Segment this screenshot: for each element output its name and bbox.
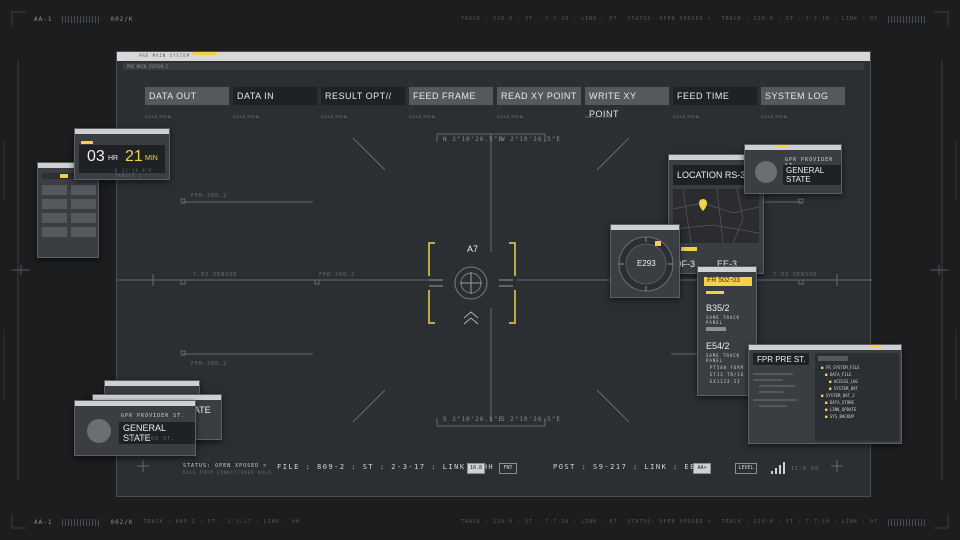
tree-item[interactable]: ■ SYS_BACKUP [815, 413, 899, 420]
file-info: FILE : 809-2 : ST : 2-3-17 : LINK : HH [277, 463, 495, 471]
signal-icon [771, 462, 785, 474]
grid-button[interactable] [71, 185, 96, 195]
panel-accent [60, 174, 68, 178]
tree-item[interactable]: ■ DATA_FILE [815, 371, 899, 378]
sensor-left: 7.03 SENSOR [193, 272, 238, 278]
file-browser-panel: FPR PRE ST. ■ FR_SYSTEM_FILE ■ DATA_FILE… [748, 344, 902, 444]
avatar [87, 419, 111, 443]
panel-titlebar [611, 225, 679, 230]
code-lines [753, 373, 797, 407]
grid-button[interactable] [42, 185, 67, 195]
grid-button[interactable] [42, 227, 67, 237]
tree-item[interactable]: ■ LINK_UPDATE [815, 406, 899, 413]
map-view[interactable] [673, 189, 759, 243]
timer-hr-unit: HR [108, 155, 119, 162]
folder-name: DATA_STORE [829, 400, 854, 405]
button-aa[interactable]: AA+ [693, 463, 711, 474]
general-state-title: GENERAL STATE [783, 165, 841, 185]
panel-titlebar [749, 345, 901, 350]
coord-top-left: N 2°10'26.5"E [443, 136, 503, 143]
folder-name: SYSTEM_DAT [833, 386, 858, 391]
tree-item[interactable]: ■ FR_SYSTEM_FILE [815, 364, 899, 371]
titlebar-accent [869, 345, 881, 348]
list-divider [706, 327, 726, 331]
timer-hours: 03 [87, 148, 105, 165]
status-left-sub: DOLE PRIM CONDITIONED HOLD [183, 470, 272, 475]
panel-accent [81, 141, 93, 144]
folder-name: FR_SYSTEM_FILE [825, 365, 860, 370]
signal-text: 11.8 80 [791, 466, 820, 472]
coord-bottom-left: S 2°10'26.5"E [443, 416, 503, 423]
button-fnt[interactable]: FNT [499, 463, 517, 474]
compass-panel: E293 [610, 224, 680, 298]
list-line: ET13 TR/18 [710, 372, 745, 377]
avatar [755, 161, 777, 183]
fpr-label-bottom: FPR-300.2 [191, 361, 228, 367]
timer-min-unit: MIN [145, 155, 158, 162]
post-info: POST : S9-217 : LINK : EE [553, 463, 696, 471]
fpr-label-top: FPR-300.2 [191, 193, 228, 199]
list-accent [706, 291, 724, 294]
file-tree: ■ FR_SYSTEM_FILE ■ DATA_FILE ■ ACCESS_LO… [815, 353, 899, 441]
timer-minutes: 21 [125, 148, 143, 165]
list-item-value[interactable]: B35/2 [706, 303, 730, 313]
panel-titlebar [75, 401, 195, 406]
panel-grid [42, 185, 96, 237]
folder-name: SYSTEM_DAT_2 [825, 393, 855, 398]
compass-label: E293 [637, 259, 656, 268]
timer-sub: E 23'18.8"E TARGET 2 [115, 168, 153, 178]
panel-titlebar [745, 145, 841, 150]
folder-name: SYS_BACKUP [829, 414, 854, 419]
file-title: FPR PRE ST. [757, 355, 806, 364]
button-level[interactable]: LEVEL [735, 463, 757, 474]
coord-bottom-right: S 2°10'26.5"E [501, 416, 561, 423]
grid-button[interactable] [71, 227, 96, 237]
titlebar-accent [775, 145, 789, 148]
list-line: PT500 FORM [710, 365, 745, 370]
grid-button[interactable] [42, 199, 67, 209]
target-label: A7 [467, 244, 479, 254]
fpr-label-mid: FPR-300.2 [319, 272, 356, 278]
list-item-sub: SOME TRACK PANEL [706, 315, 741, 325]
provider-label: GPR PROVIDER ST. [121, 413, 186, 419]
folder-name: LINK_UPDATE [829, 407, 857, 412]
coord-top-right: W 2°10'26.5"E [501, 136, 561, 143]
panel-titlebar [75, 129, 169, 134]
general-state-panel-top: GPR PROVIDER ST. GENERAL STATE [744, 144, 842, 194]
tree-item[interactable]: ■ ACCESS_LOG [815, 378, 899, 385]
tree-item[interactable]: ■ SYSTEM_DAT [815, 385, 899, 392]
tree-header [818, 356, 848, 361]
folder-name: ACCESS_LOG [833, 379, 858, 384]
button-10-8[interactable]: 10.8 [467, 463, 485, 474]
panel-titlebar [698, 267, 756, 272]
status-left: STATUS: OPEN XPOSED > [183, 463, 268, 469]
grid-button[interactable] [71, 199, 96, 209]
folder-name: DATA_FILE [829, 372, 852, 377]
list-line: EX1123 II [710, 379, 741, 384]
tree-item[interactable]: ■ DATA_STORE [815, 399, 899, 406]
grid-button[interactable] [42, 213, 67, 223]
list-item-value[interactable]: E54/2 [706, 341, 730, 351]
panel-titlebar [105, 381, 199, 386]
location-accent [681, 247, 697, 251]
timer-panel: 03 HR 21 MIN E 23'18.8"E TARGET 2 [74, 128, 170, 180]
general-state-panel-bottom: GPR PROVIDER ST. GENERAL STATE GPR PROV … [74, 400, 196, 456]
sensor-right: 7.03 SENSOR [773, 272, 818, 278]
location-title: LOCATION RS-34 [677, 170, 751, 180]
grid-button[interactable] [71, 213, 96, 223]
list-header: FR 502-03 [704, 277, 752, 286]
tree-item[interactable]: ■ SYSTEM_DAT_2 [815, 392, 899, 399]
general-state-sub: GPR PROV ST. [127, 436, 176, 442]
